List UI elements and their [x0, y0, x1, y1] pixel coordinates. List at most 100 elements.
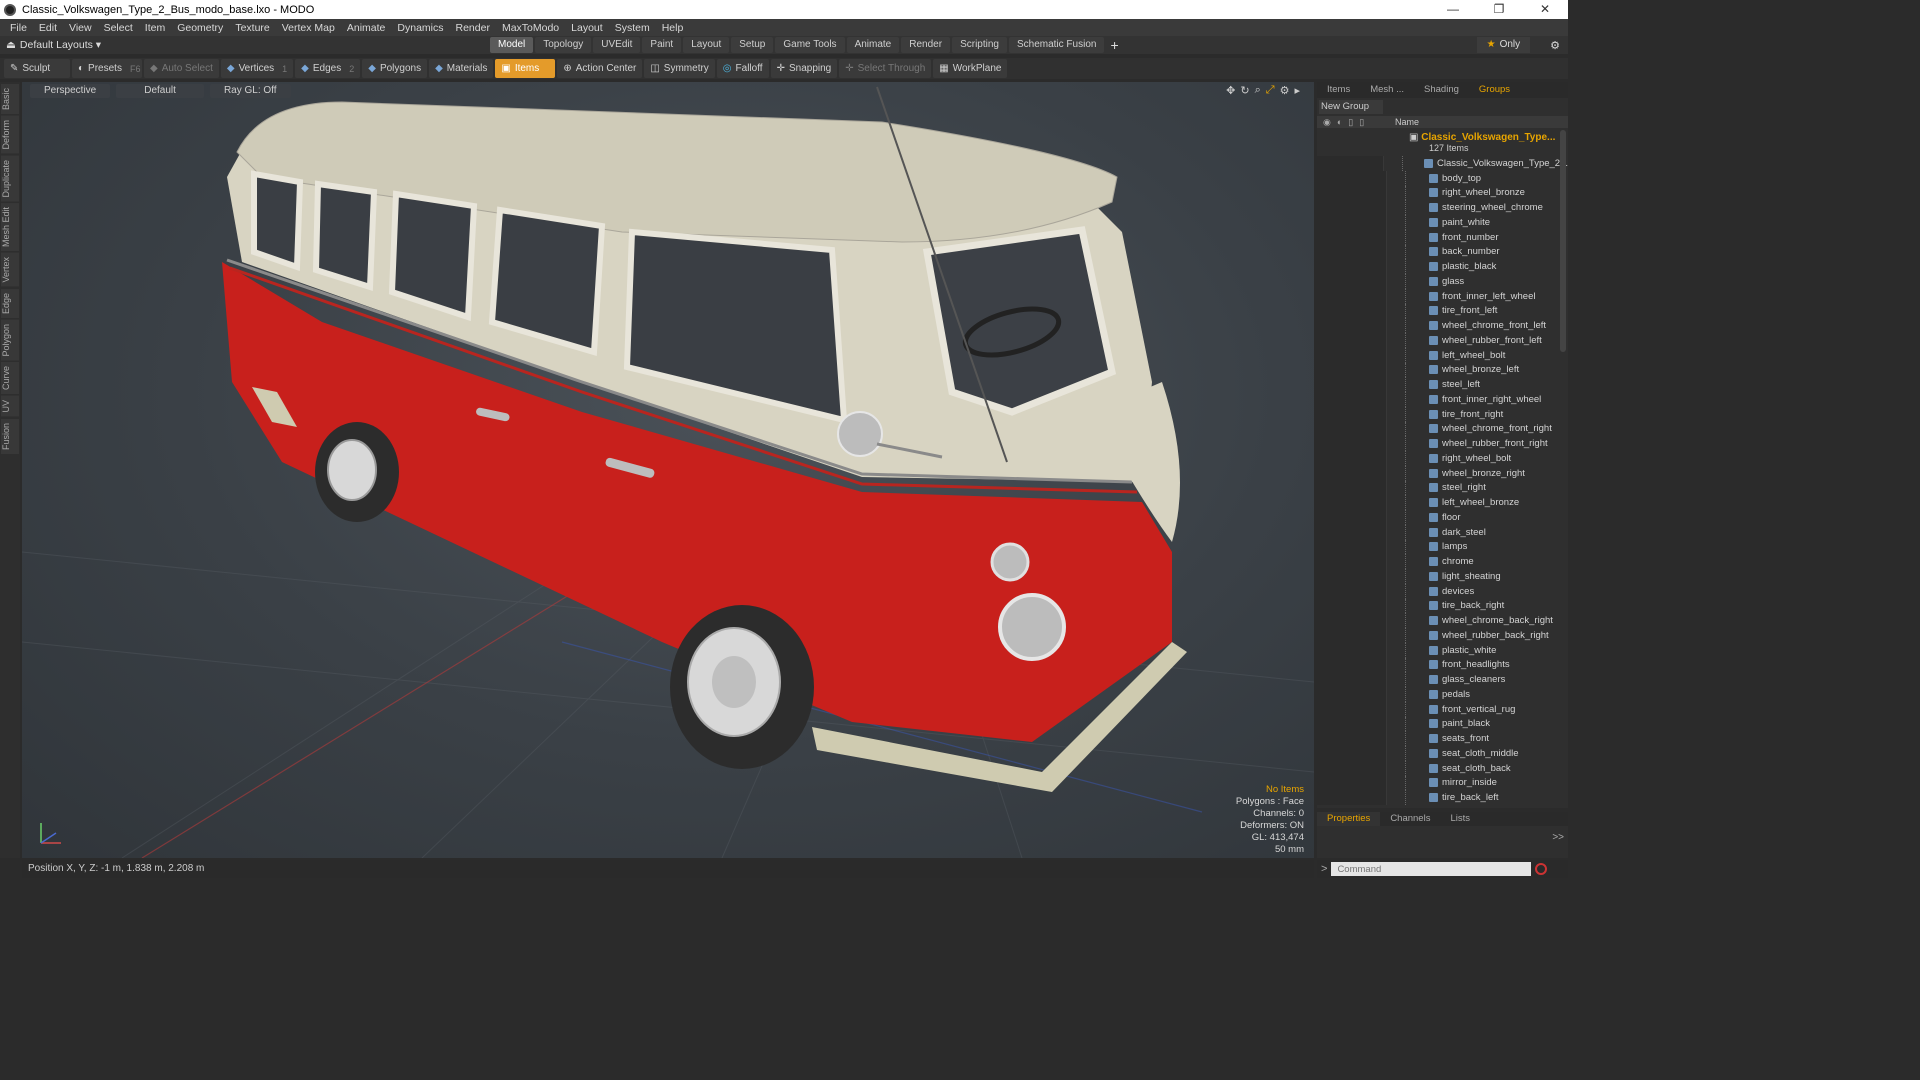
tab-game-tools[interactable]: Game Tools — [775, 37, 845, 53]
group-item-row[interactable]: glass — [1317, 274, 1568, 289]
workplane-button[interactable]: ▦ WorkPlane — [933, 59, 1008, 78]
menu-system[interactable]: System — [609, 22, 656, 34]
tab-paint[interactable]: Paint — [642, 37, 682, 53]
menu-view[interactable]: View — [63, 22, 98, 34]
group-item-row[interactable]: tire_front_right — [1317, 406, 1568, 422]
group-item-row[interactable]: right_wheel_bronze — [1317, 185, 1568, 201]
group-item-row[interactable]: devices — [1317, 583, 1568, 599]
group-item-row[interactable]: wheel_chrome_front_right — [1317, 421, 1568, 437]
group-item-row[interactable]: tire_back_left — [1317, 790, 1568, 805]
group-item-row[interactable]: front_headlights — [1317, 657, 1568, 673]
group-item-row[interactable]: pedals — [1317, 687, 1568, 702]
viewport-3d[interactable]: Perspective Default Ray GL: Off ✥ ↻ ⌕ ⤢ … — [22, 82, 1314, 858]
group-item-row[interactable]: back_number — [1317, 244, 1568, 260]
tab-render[interactable]: Render — [901, 37, 951, 53]
pan-icon[interactable]: ✥ — [1226, 84, 1235, 97]
left-tab-mesh-edit[interactable]: Mesh Edit — [1, 203, 19, 252]
menu-help[interactable]: Help — [656, 22, 690, 34]
group-item-row[interactable]: mirror_inside — [1317, 775, 1568, 791]
falloff-button[interactable]: ◎ Falloff — [716, 59, 769, 78]
tab-properties[interactable]: Properties — [1317, 812, 1381, 826]
left-tab-polygon[interactable]: Polygon — [1, 319, 19, 361]
menu-item[interactable]: Item — [139, 22, 171, 34]
tab-schematic-fusion[interactable]: Schematic Fusion — [1008, 37, 1105, 53]
polygons-button[interactable]: ◆ Polygons — [362, 59, 428, 78]
group-item-row[interactable]: wheel_bronze_left — [1317, 362, 1568, 378]
group-item-row[interactable]: glass_cleaners — [1317, 672, 1568, 687]
rotate-icon[interactable]: ↻ — [1240, 84, 1249, 97]
group-item-row[interactable]: front_inner_left_wheel — [1317, 288, 1568, 304]
eye-icon[interactable]: ◉ — [1323, 117, 1331, 128]
tab-scripting[interactable]: Scripting — [952, 37, 1007, 53]
left-tab-fusion[interactable]: Fusion — [1, 418, 19, 454]
shading-mode-selector[interactable]: Default — [116, 84, 204, 98]
group-item-row[interactable]: wheel_chrome_front_left — [1317, 318, 1568, 333]
group-item-row[interactable]: chrome — [1317, 554, 1568, 569]
only-button[interactable]: ★ Only — [1476, 37, 1531, 53]
menu-texture[interactable]: Texture — [229, 22, 275, 34]
symmetry-button[interactable]: ◫ Symmetry — [644, 59, 715, 78]
group-item-row[interactable]: steel_left — [1317, 377, 1568, 392]
menu-dynamics[interactable]: Dynamics — [391, 22, 449, 34]
group-item-row[interactable]: wheel_rubber_back_right — [1317, 628, 1568, 643]
tab-setup[interactable]: Setup — [731, 37, 774, 53]
command-input[interactable] — [1331, 862, 1532, 876]
sculpt-button[interactable]: ✎ Sculpt — [4, 59, 70, 78]
record-icon[interactable] — [1535, 863, 1548, 875]
add-tab-icon[interactable]: + — [1110, 37, 1118, 53]
menu-file[interactable]: File — [4, 22, 33, 34]
menu-vertex-map[interactable]: Vertex Map — [276, 22, 341, 34]
items-button[interactable]: ▣ Items — [495, 59, 556, 78]
left-tab-vertex[interactable]: Vertex — [1, 253, 19, 287]
group-item-row[interactable]: light_sheating — [1317, 569, 1568, 584]
raygl-toggle[interactable]: Ray GL: Off — [209, 84, 291, 98]
tab-mesh[interactable]: Mesh ... — [1360, 82, 1414, 98]
select-through-button[interactable]: ✛ Select Through — [839, 59, 932, 78]
tab-animate[interactable]: Animate — [846, 37, 900, 53]
snapping-button[interactable]: ✛ Snapping — [770, 59, 838, 78]
menu-animate[interactable]: Animate — [341, 22, 392, 34]
edges-button[interactable]: ◆ Edges 2 — [295, 59, 361, 78]
group-item-row[interactable]: steel_right — [1317, 480, 1568, 496]
menu-maxtomodo[interactable]: MaxToModo — [496, 22, 565, 34]
group-item-row[interactable]: dark_steel — [1317, 524, 1568, 540]
left-tab-uv[interactable]: UV — [1, 396, 19, 417]
view-mode-selector[interactable]: Perspective — [30, 84, 111, 98]
presets-button[interactable]: ◐ Presets F6 — [72, 59, 142, 78]
select-icon[interactable]: ▯ — [1359, 117, 1364, 128]
group-item-row[interactable]: Classic_Volkswagen_Type_2... — [1317, 156, 1568, 171]
group-item-row[interactable]: wheel_chrome_back_right — [1317, 613, 1568, 628]
menu-layout[interactable]: Layout — [565, 22, 609, 34]
layout-selector[interactable]: ⏏ Default Layouts ▾ — [0, 39, 490, 51]
lock-icon[interactable]: ▯ — [1348, 117, 1353, 128]
vertices-button[interactable]: ◆ Vertices 1 — [220, 59, 294, 78]
menu-select[interactable]: Select — [98, 22, 139, 34]
group-item-row[interactable]: tire_back_right — [1317, 598, 1568, 614]
zoom-icon[interactable]: ⌕ — [1255, 84, 1261, 97]
group-item-row[interactable]: right_wheel_bolt — [1317, 451, 1568, 466]
left-tab-basic[interactable]: Basic — [1, 84, 19, 115]
fit-icon[interactable]: ⤢ — [1266, 84, 1275, 97]
render-icon[interactable]: ◐ — [1337, 117, 1342, 128]
tab-topology[interactable]: Topology — [535, 37, 592, 53]
group-item-row[interactable]: front_inner_right_wheel — [1317, 392, 1568, 407]
tab-lists[interactable]: Lists — [1440, 812, 1480, 826]
tab-groups[interactable]: Groups — [1469, 82, 1520, 98]
group-item-row[interactable]: front_number — [1317, 229, 1568, 245]
viewport-settings-icon[interactable]: ⚙ — [1280, 84, 1290, 97]
gear-icon[interactable]: ⚙ — [1550, 39, 1560, 52]
group-item-row[interactable]: floor — [1317, 510, 1568, 525]
group-item-row[interactable]: seats_front — [1317, 731, 1568, 746]
maximize-button[interactable]: ❐ — [1476, 0, 1522, 19]
group-item-row[interactable]: paint_white — [1317, 215, 1568, 230]
tab-items[interactable]: Items — [1317, 82, 1360, 98]
group-item-row[interactable]: plastic_white — [1317, 642, 1568, 658]
group-item-row[interactable]: wheel_rubber_front_right — [1317, 436, 1568, 451]
left-tab-duplicate[interactable]: Duplicate — [1, 155, 19, 202]
left-tab-curve[interactable]: Curve — [1, 362, 19, 395]
group-item-row[interactable]: lamps — [1317, 539, 1568, 555]
viewport-menu-icon[interactable]: ▸ — [1294, 84, 1300, 97]
group-item-row[interactable]: front_vertical_rug — [1317, 701, 1568, 717]
action-center-button[interactable]: ⊕ Action Center — [557, 59, 643, 78]
menu-edit[interactable]: Edit — [33, 22, 63, 34]
